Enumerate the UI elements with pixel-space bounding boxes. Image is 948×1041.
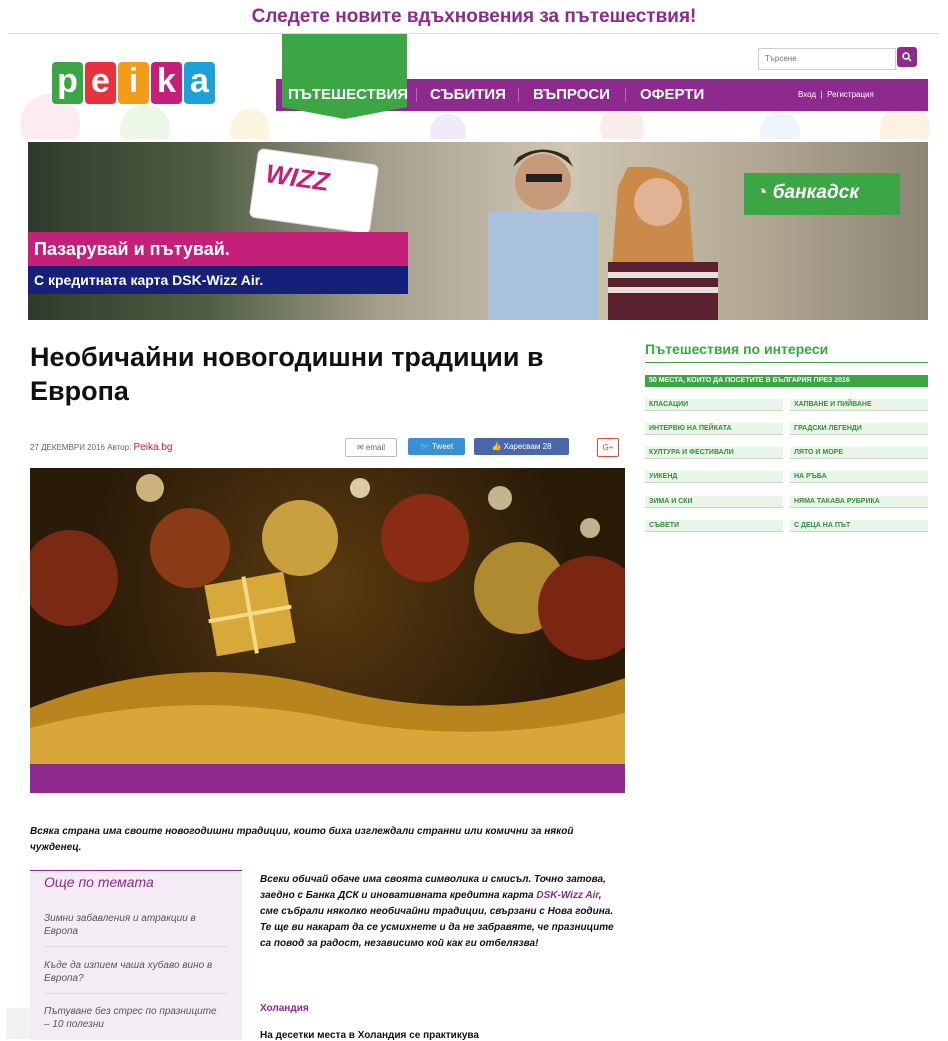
dsk-wizz-link[interactable]: DSK-Wizz Air	[536, 890, 598, 901]
related-item[interactable]: Зимни забавления и атракции в Европа	[44, 912, 224, 938]
divider	[44, 993, 228, 994]
bank-logo-text: банкадск	[772, 182, 859, 203]
sidebar-tag[interactable]: ИНТЕРВЮ НА ПЕЙКАТА	[645, 423, 783, 435]
section-heading: Холандия	[260, 1003, 309, 1014]
article-hero-image	[30, 468, 625, 764]
divider	[44, 946, 228, 947]
bank-logo-icon: ◔	[756, 182, 773, 203]
related-item[interactable]: Къде да изпием чаша хубаво вино в Европа…	[44, 959, 224, 985]
sidebar-tag[interactable]: КУЛТУРА И ФЕСТИВАЛИ	[645, 447, 783, 459]
sidebar-tag[interactable]: ХАПВАНЕ И ПИЙВАНЕ	[790, 399, 928, 411]
article-author[interactable]: Peika.bg	[134, 442, 173, 453]
nav-separator	[416, 88, 417, 102]
sidebar-tag[interactable]: ГРАДСКИ ЛЕГЕНДИ	[790, 423, 928, 435]
article-date: 27 ДЕКЕМВРИ 2016 Автор:	[30, 443, 132, 452]
logo-letter-e: e	[85, 62, 116, 104]
auth-separator: |	[818, 90, 828, 99]
nav-item-events[interactable]: СЪБИТИЯ	[430, 79, 506, 111]
sidebar-title: Пътешествия по интереси	[645, 341, 829, 357]
image-caption-bar	[30, 764, 625, 793]
sidebar-tag[interactable]: СЪВЕТИ	[645, 520, 783, 532]
sidebar-tag[interactable]: ЗИМА И СКИ	[645, 496, 783, 508]
google-plus-button[interactable]: G+	[597, 438, 619, 457]
logo-letter-p: p	[52, 62, 83, 104]
christmas-ornaments-illustration	[30, 474, 625, 764]
email-share-button[interactable]: ✉ email	[345, 438, 397, 457]
sidebar-tag[interactable]: УИКЕНД	[645, 471, 783, 483]
ad-headline: Пазарувай и пътувай.	[28, 232, 408, 266]
article-meta: 27 ДЕКЕМВРИ 2016 Автор: Peika.bg	[30, 442, 172, 453]
sidebar-tag[interactable]: НА РЪБА	[790, 471, 928, 483]
sidebar-tag[interactable]: КЛАСАЦИИ	[645, 399, 783, 411]
auth-links: Вход | Регистрация	[798, 79, 874, 111]
wizz-credit-card: WIZZ	[248, 147, 380, 235]
sidebar-tag[interactable]: С ДЕЦА НА ПЪТ	[790, 520, 928, 532]
login-link[interactable]: Вход	[798, 90, 816, 99]
nav-separator	[518, 88, 519, 102]
bank-dsk-logo: ◔ банкадск	[744, 173, 900, 215]
sidebar-tag[interactable]: ЛЯТО И МОРЕ	[790, 447, 928, 459]
related-title: Още по темата	[44, 874, 154, 890]
wizz-card-logo: WIZZ	[263, 158, 332, 197]
nav-separator	[625, 88, 626, 102]
search-icon	[902, 52, 912, 62]
body-paragraph: На десетки места в Холандия се практикув…	[260, 1030, 479, 1041]
article-title: Необичайни новогодишни традиции в Европа	[30, 342, 544, 406]
article-body: Всеки обичай обаче има своята символика …	[260, 872, 615, 952]
logo-letter-i: i	[118, 62, 149, 104]
tweet-label: Tweet	[431, 442, 454, 451]
search-input[interactable]	[758, 48, 896, 70]
woman-figure	[608, 167, 718, 320]
article-lead: Всяка страна има своите новогодишни трад…	[30, 826, 574, 853]
search-button[interactable]	[897, 47, 917, 67]
promo-banner[interactable]: Следете новите вдъхновения за пътешестви…	[0, 0, 948, 34]
thumbs-up-icon: 👍	[491, 442, 504, 451]
related-item[interactable]: Пътуване без стрес по празниците – 10 по…	[44, 1005, 224, 1031]
nav-item-travel[interactable]: ПЪТЕШЕСТВИЯ	[288, 79, 408, 111]
ad-subline: С кредитната карта DSK-Wizz Air.	[28, 266, 408, 294]
facebook-like-button[interactable]: 👍 Харесвам 28	[474, 438, 569, 455]
hero-ad-banner[interactable]: WIZZ Пазарувай и пътувай. С кредитната к…	[28, 142, 928, 320]
nav-item-offers[interactable]: ОФЕРТИ	[640, 79, 704, 111]
email-share-label: email	[365, 443, 386, 452]
logo-letter-k: k	[151, 62, 182, 104]
sidebar-tag[interactable]: НЯМА ТАКАВА РУБРИКА	[790, 496, 928, 508]
envelope-icon: ✉	[356, 443, 366, 452]
tweet-button[interactable]: 🐦 Tweet	[408, 438, 465, 455]
register-link[interactable]: Регистрация	[827, 90, 874, 99]
nav-item-questions[interactable]: ВЪПРОСИ	[533, 79, 610, 111]
divider	[645, 362, 928, 363]
sidebar-featured-tag[interactable]: 50 МЕСТА, КОИТО ДА ПОСЕТИТЕ В БЪЛГАРИЯ П…	[645, 375, 928, 387]
site-logo[interactable]: p e i k a	[52, 62, 215, 104]
logo-letter-a: a	[184, 62, 215, 104]
like-label: Харесвам 28	[503, 442, 552, 451]
twitter-icon: 🐦	[419, 442, 432, 451]
